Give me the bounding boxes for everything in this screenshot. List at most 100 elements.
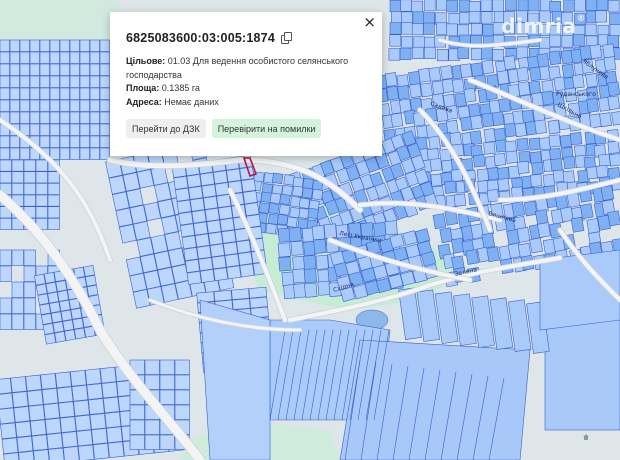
parcel — [50, 311, 63, 324]
parcel — [423, 22, 435, 35]
parcel — [516, 226, 531, 243]
parcel — [11, 281, 24, 298]
parcel — [9, 87, 20, 100]
parcel — [283, 174, 295, 186]
parcel — [9, 63, 20, 76]
parcel — [497, 178, 510, 192]
parcel — [129, 404, 145, 420]
parcel — [9, 111, 20, 124]
parcel — [0, 87, 10, 100]
parcel — [99, 99, 110, 112]
parcel — [315, 254, 329, 270]
parcel — [561, 12, 573, 25]
parcel — [451, 78, 465, 94]
parcel — [562, 170, 575, 184]
parcel — [69, 147, 80, 160]
parcel — [59, 416, 77, 433]
area-row: Площа: 0.1385 га — [126, 82, 366, 96]
parcel — [226, 265, 242, 280]
parcel — [99, 111, 110, 124]
parcel — [298, 197, 311, 209]
parcel — [40, 373, 57, 390]
parcel — [23, 159, 36, 172]
parcel — [31, 434, 49, 451]
parcel — [49, 99, 60, 112]
parcel — [290, 240, 304, 256]
copy-icon[interactable] — [280, 31, 292, 44]
parcel — [54, 331, 66, 343]
parcel — [206, 219, 222, 234]
parcel — [69, 63, 80, 76]
parcel — [496, 70, 510, 85]
parcel — [39, 87, 50, 100]
parcel — [86, 284, 99, 297]
popup-title-row: 6825083600:03:005:1874 — [126, 31, 366, 45]
parcel — [39, 63, 50, 76]
parcel — [586, 97, 600, 113]
parcel — [213, 267, 229, 282]
parcel — [323, 223, 337, 239]
parcel — [579, 203, 594, 220]
parcel — [384, 220, 398, 236]
parcel — [34, 273, 46, 286]
parcel — [29, 75, 40, 88]
parcel — [570, 216, 585, 233]
parcel — [79, 87, 90, 100]
parcel — [389, 233, 405, 249]
parcel — [144, 434, 160, 450]
parcel — [412, 46, 424, 60]
go-to-dzk-button[interactable]: Перейти до ДЗК — [126, 119, 206, 138]
parcel — [29, 87, 40, 100]
parcel — [277, 242, 292, 258]
parcel — [23, 265, 36, 282]
parcel — [481, 59, 495, 75]
parcel — [595, 10, 608, 23]
parcel — [401, 22, 413, 35]
parcel — [39, 51, 50, 64]
parcel-info-popup: × 6825083600:03:005:1874 Цільове: 01.03 … — [110, 12, 382, 156]
check-errors-button[interactable]: Перевірити на помилки — [211, 119, 322, 138]
parcel — [304, 282, 318, 298]
parcel — [276, 213, 289, 226]
parcel — [89, 51, 100, 64]
parcel — [550, 158, 563, 172]
parcel — [0, 407, 16, 425]
parcel — [129, 434, 145, 450]
parcel — [237, 251, 253, 266]
parcel — [25, 374, 42, 392]
parcel — [18, 450, 35, 460]
parcel — [516, 66, 530, 82]
parcel — [79, 123, 90, 136]
parcel — [242, 190, 258, 205]
parcel — [19, 111, 30, 124]
parcel — [59, 99, 70, 112]
purpose-row: Цільове: 01.03 Для ведення особистого се… — [126, 55, 366, 82]
parcel — [481, 232, 496, 249]
parcel — [311, 188, 324, 201]
parcel — [286, 216, 298, 228]
parcel — [41, 388, 59, 405]
parcel — [598, 153, 611, 167]
parcel — [539, 10, 551, 23]
parcel — [174, 404, 190, 420]
parcel — [49, 301, 61, 314]
parcel — [77, 444, 95, 460]
parcel — [47, 183, 60, 195]
parcel — [611, 110, 620, 126]
close-icon[interactable]: × — [363, 15, 376, 30]
parcel — [59, 135, 70, 148]
parcel — [23, 313, 36, 330]
parcel — [70, 307, 83, 320]
parcel — [99, 87, 110, 100]
parcel — [39, 111, 50, 124]
popup-fields: Цільове: 01.03 Для ведення особистого се… — [126, 55, 366, 109]
parcel — [549, 34, 562, 47]
parcel — [55, 371, 72, 389]
parcel — [69, 111, 80, 124]
parcel — [595, 164, 609, 179]
parcel — [60, 309, 73, 322]
parcel — [144, 359, 160, 375]
parcel — [59, 123, 70, 136]
parcel — [224, 253, 240, 268]
parcel — [23, 183, 36, 195]
